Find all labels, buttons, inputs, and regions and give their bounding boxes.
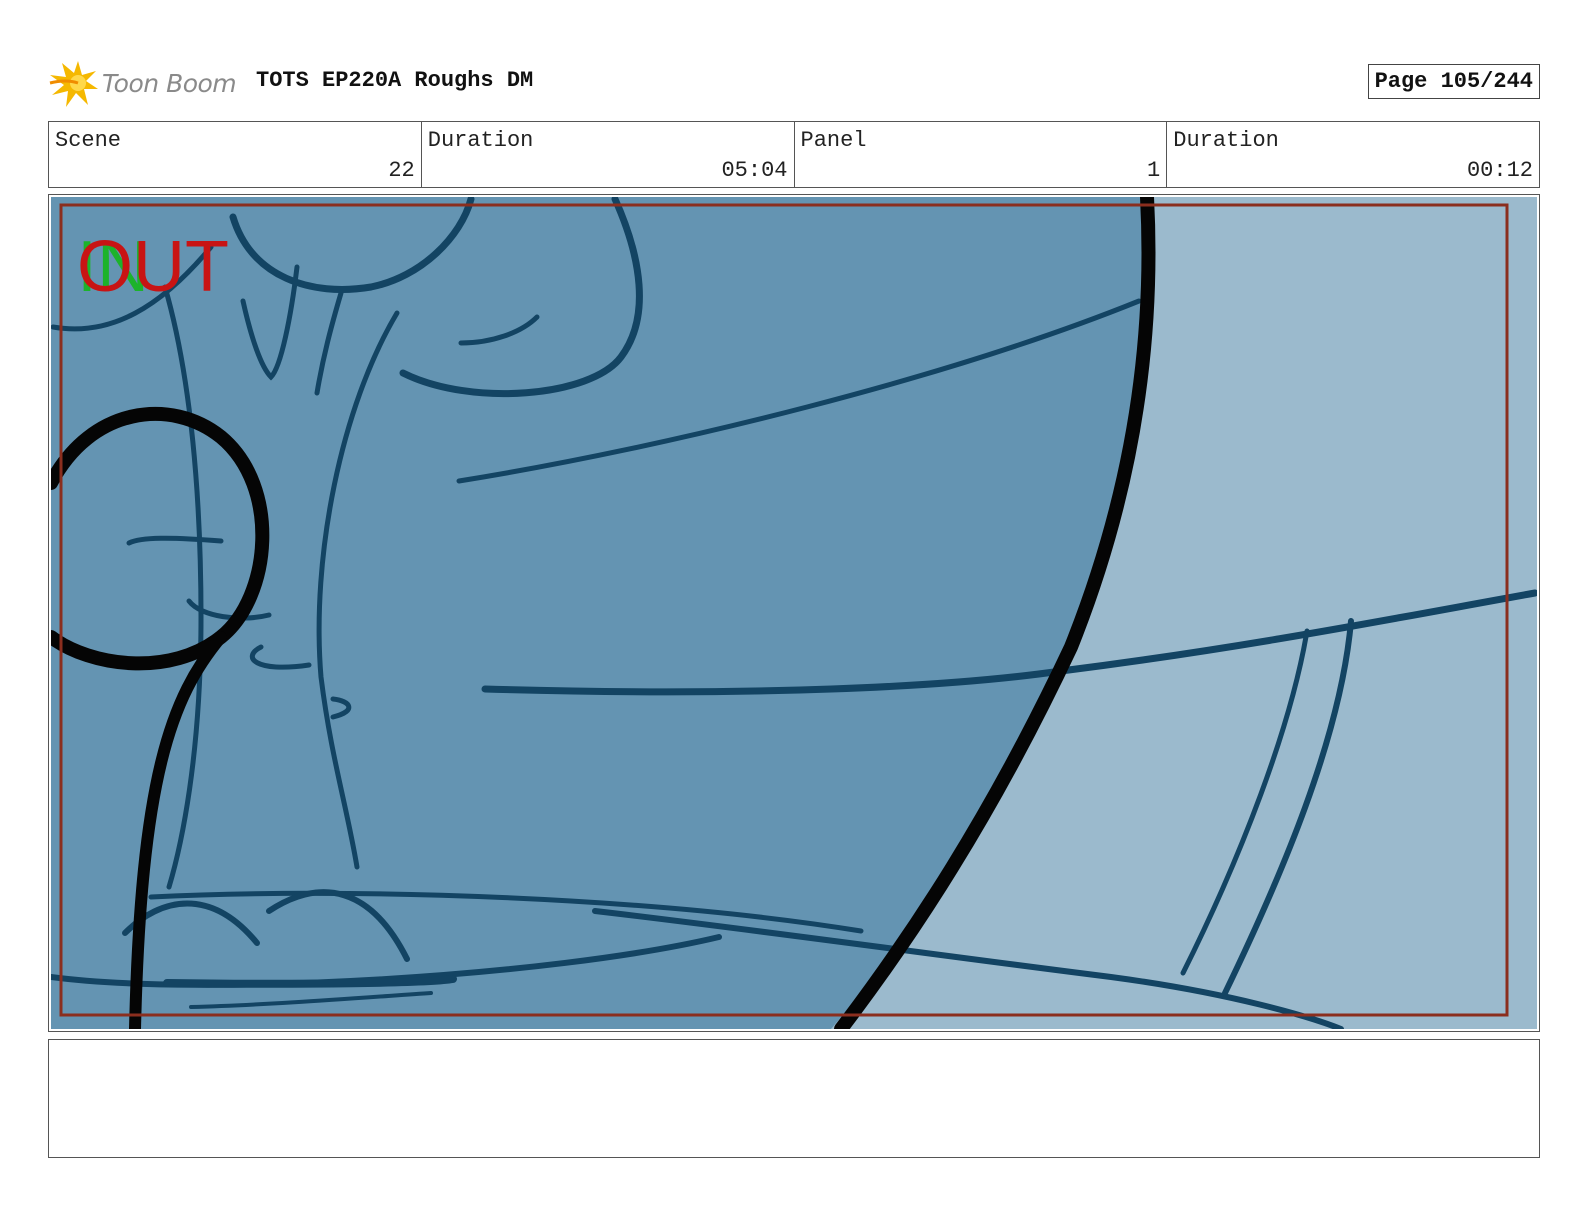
starburst-icon [49, 61, 98, 107]
scene-duration-label: Duration [427, 128, 534, 153]
scene-info-table: Scene 22 Duration 05:04 Panel 1 Duration… [48, 121, 1540, 188]
panel-artwork: IN OUT [51, 197, 1537, 1029]
scene-label: Scene [55, 128, 122, 153]
panel-value: 1 [1147, 158, 1161, 183]
panel-notes-box [48, 1039, 1540, 1158]
storyboard-panel: IN OUT [48, 194, 1540, 1032]
document-title: TOTS EP220A Roughs DM [256, 68, 534, 93]
out-marker: OUT [77, 227, 229, 307]
page-header: Toon Boom TOTS EP220A Roughs DM Page 105… [48, 56, 1540, 110]
scene-value: 22 [388, 158, 415, 183]
panel-label: Panel [800, 128, 867, 153]
scene-duration-cell: Duration 05:04 [422, 122, 795, 187]
page-number: Page 105/244 [1367, 64, 1540, 99]
panel-cell: Panel 1 [795, 122, 1168, 187]
scene-duration-value: 05:04 [721, 158, 788, 183]
logo-text: Toon Boom [102, 68, 237, 98]
panel-duration-label: Duration [1173, 128, 1279, 153]
scene-cell: Scene 22 [49, 122, 422, 187]
panel-duration-cell: Duration 00:12 [1167, 122, 1539, 187]
panel-duration-value: 00:12 [1466, 158, 1533, 183]
toon-boom-logo: Toon Boom [48, 56, 237, 110]
